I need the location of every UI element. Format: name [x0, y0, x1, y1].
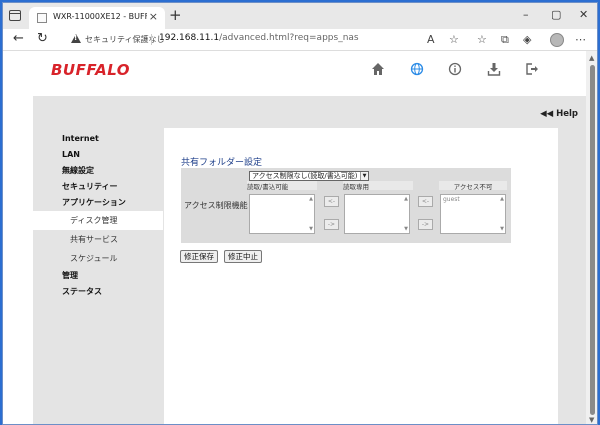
tab-title: WXR-11000XE12 - BUFFALO AirS [53, 12, 147, 21]
scrollbar-thumb[interactable] [590, 65, 595, 415]
home-icon[interactable] [367, 61, 389, 81]
logout-icon[interactable] [521, 61, 543, 81]
page-favicon-icon [37, 13, 47, 23]
main-panel: 共有フォルダー設定 アクセス制限機能 アクセス制限なし(読取/書込可能) ▼ 読… [164, 128, 558, 424]
close-window-icon[interactable]: ✕ [579, 8, 588, 21]
tab-bar: WXR-11000XE12 - BUFFALO AirS × + – ▢ ✕ [3, 3, 597, 29]
column-read-write: 読取/書込可能 [247, 181, 317, 191]
access-restriction-panel: アクセス制限機能 アクセス制限なし(読取/書込可能) ▼ 読取/書込可能 読取専… [181, 168, 511, 243]
cancel-button[interactable]: 修正中止 [224, 250, 262, 263]
move-left-button-2[interactable]: <- [418, 196, 433, 207]
scroll-up-icon[interactable]: ▲ [309, 196, 313, 202]
profile-avatar[interactable] [550, 33, 564, 47]
favorite-star-icon[interactable]: ☆ [449, 33, 459, 46]
address-bar: ← ↻ ! セキュリティ保護なし 192.168.11.1/advanced.h… [3, 29, 597, 51]
access-restriction-select[interactable]: アクセス制限なし(読取/書込可能) ▼ [249, 171, 369, 181]
maximize-icon[interactable]: ▢ [551, 8, 561, 21]
router-page: BUFFALO ◀◀ Help Internet LAN 無線設定 セキュリティ… [3, 51, 586, 424]
sidebar-item-admin[interactable]: 管理 [33, 268, 163, 284]
buffalo-logo[interactable]: BUFFALO [51, 61, 130, 79]
list-item[interactable]: guest [443, 196, 460, 203]
scroll-down-icon[interactable]: ▼ [309, 226, 313, 232]
scroll-up-icon[interactable]: ▲ [589, 54, 594, 62]
help-link[interactable]: ◀◀ Help [540, 109, 578, 119]
column-no-access: アクセス不可 [439, 181, 507, 191]
sidebar-item-share-service[interactable]: 共有サービス [33, 230, 163, 249]
scroll-up-icon[interactable]: ▲ [500, 196, 504, 202]
scroll-down-icon[interactable]: ▼ [404, 226, 408, 232]
sidebar-item-lan[interactable]: LAN [33, 147, 163, 163]
tab-actions-icon[interactable] [9, 10, 21, 21]
no-access-list[interactable]: guest ▲ ▼ [440, 194, 506, 234]
sidebar-item-security[interactable]: セキュリティー [33, 179, 163, 195]
extensions-icon[interactable]: ◈ [523, 33, 531, 46]
access-restriction-label: アクセス制限機能 [184, 201, 248, 210]
move-right-button-2[interactable]: -> [418, 219, 433, 230]
read-write-list[interactable]: ▲ ▼ [249, 194, 315, 234]
read-only-list[interactable]: ▲ ▼ [344, 194, 410, 234]
scroll-up-icon[interactable]: ▲ [404, 196, 408, 202]
url-host: 192.168.11.1 [159, 33, 220, 43]
favorites-icon[interactable]: ☆ [477, 33, 487, 46]
router-header: BUFFALO [3, 51, 586, 96]
section-title: 共有フォルダー設定 [181, 158, 263, 168]
sidebar-item-wireless[interactable]: 無線設定 [33, 163, 163, 179]
read-aloud-icon[interactable]: A [427, 33, 435, 46]
browser-tab[interactable]: WXR-11000XE12 - BUFFALO AirS × [29, 7, 165, 29]
close-tab-icon[interactable]: × [149, 10, 158, 23]
move-left-button[interactable]: <- [324, 196, 339, 207]
chevron-down-icon: ▼ [360, 172, 368, 180]
back-icon[interactable]: ← [13, 32, 24, 46]
sidebar-item-disk-management[interactable]: ディスク管理 [33, 211, 163, 230]
scroll-down-icon[interactable]: ▼ [589, 416, 594, 424]
scroll-down-icon[interactable]: ▼ [500, 226, 504, 232]
page-scrollbar[interactable]: ▲ ▼ [586, 51, 597, 424]
info-icon[interactable] [444, 61, 466, 81]
browser-window: WXR-11000XE12 - BUFFALO AirS × + – ▢ ✕ ←… [2, 2, 598, 425]
sidebar-item-applications[interactable]: アプリケーション [33, 195, 163, 211]
save-button[interactable]: 修正保存 [180, 250, 218, 263]
more-menu-icon[interactable]: ⋯ [575, 33, 586, 46]
url-field[interactable]: 192.168.11.1/advanced.html?req=apps_nas [159, 33, 359, 43]
download-icon[interactable] [483, 61, 505, 81]
minimize-icon[interactable]: – [523, 8, 529, 21]
new-tab-icon[interactable]: + [169, 6, 182, 24]
sidebar-item-internet[interactable]: Internet [33, 131, 163, 147]
sidebar-item-schedule[interactable]: スケジュール [33, 249, 163, 268]
column-read-only: 読取専用 [343, 181, 413, 191]
sidebar-item-status[interactable]: ステータス [33, 284, 163, 300]
collections-icon[interactable]: ⧉ [501, 33, 509, 47]
sidebar: Internet LAN 無線設定 セキュリティー アプリケーション ディスク管… [33, 131, 163, 300]
select-value: アクセス制限なし(読取/書込可能) [252, 172, 358, 180]
security-status[interactable]: セキュリティ保護なし [85, 34, 165, 45]
globe-icon[interactable] [406, 61, 428, 81]
refresh-icon[interactable]: ↻ [37, 32, 48, 46]
move-right-button[interactable]: -> [324, 219, 339, 230]
url-path: /advanced.html?req=apps_nas [219, 33, 359, 43]
